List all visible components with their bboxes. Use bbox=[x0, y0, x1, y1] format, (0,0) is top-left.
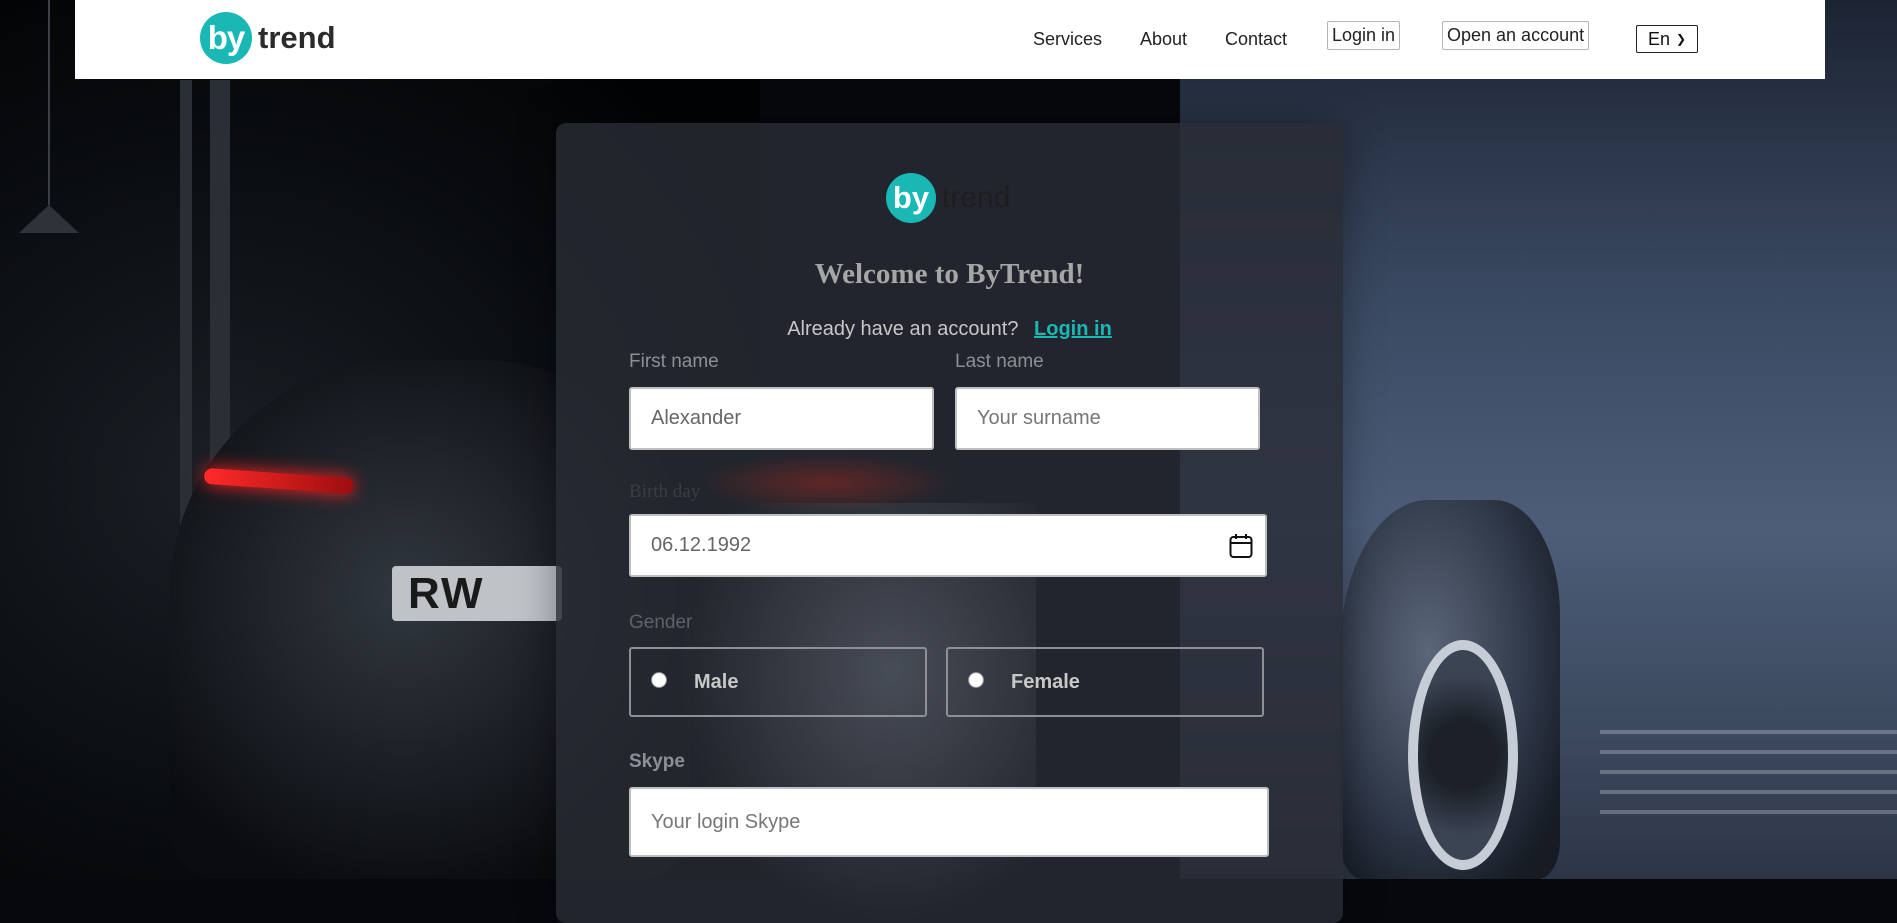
open-account-button-wrap: Open an account bbox=[1442, 0, 1590, 75]
form-title: Welcome to ByTrend! bbox=[814, 258, 1085, 290]
language-select[interactable]: En ❯ bbox=[1636, 25, 1698, 53]
birthday-field[interactable]: 06.12.1992 bbox=[629, 514, 1267, 577]
gender-option-female[interactable]: Female bbox=[946, 647, 1264, 717]
login-prompt: Already have an account? Login in bbox=[556, 318, 1343, 341]
chevron-down-icon: ❯ bbox=[1675, 32, 1687, 46]
skype-label: Skype bbox=[629, 751, 685, 772]
floor-lights bbox=[1600, 730, 1897, 830]
skype-placeholder: Your login Skype bbox=[651, 810, 801, 833]
birthday-label: Birth day bbox=[629, 481, 701, 502]
logo-word: trend bbox=[258, 20, 336, 55]
nav-contact[interactable]: Contact bbox=[1225, 0, 1287, 79]
open-account-button[interactable]: Open an account bbox=[1442, 21, 1590, 50]
logo-word: trend bbox=[942, 181, 1011, 214]
registration-form: by trend Welcome to ByTrend! Already hav… bbox=[556, 123, 1343, 923]
gender-option-label: Male bbox=[694, 670, 739, 693]
language-value: En bbox=[1647, 28, 1670, 49]
garage-pillar bbox=[180, 80, 192, 540]
license-plate: RW bbox=[392, 566, 562, 621]
first-name-value: Alexander bbox=[651, 407, 742, 429]
login-link[interactable]: Login in bbox=[1034, 318, 1112, 340]
lamp-cord bbox=[48, 0, 50, 205]
last-name-field[interactable]: Your surname bbox=[955, 387, 1260, 450]
first-name-label: First name bbox=[629, 351, 719, 372]
login-button[interactable]: Login in bbox=[1327, 21, 1401, 50]
calendar-icon[interactable] bbox=[1229, 533, 1253, 559]
skype-field[interactable]: Your login Skype bbox=[629, 787, 1269, 857]
gender-option-male[interactable]: Male bbox=[629, 647, 927, 717]
gender-label: Gender bbox=[629, 612, 693, 633]
birthday-value: 06.12.1992 bbox=[651, 534, 752, 556]
nav-about[interactable]: About bbox=[1140, 0, 1187, 79]
nav-services-label[interactable]: Services bbox=[1033, 29, 1102, 50]
header-logo[interactable]: by trend bbox=[200, 12, 336, 64]
logo-mark: by bbox=[200, 12, 252, 64]
last-name-placeholder: Your surname bbox=[977, 407, 1101, 429]
radio-male[interactable] bbox=[651, 672, 667, 688]
form-logo: by trend bbox=[886, 173, 1010, 223]
car-wheel bbox=[1408, 640, 1518, 870]
nav-contact-label[interactable]: Contact bbox=[1225, 29, 1287, 50]
first-name-field[interactable]: Alexander bbox=[629, 387, 934, 450]
logo-mark: by bbox=[886, 173, 936, 223]
login-prompt-text: Already have an account? bbox=[787, 318, 1019, 340]
top-header: by trend Services About Contact Login in… bbox=[75, 0, 1825, 79]
nav-about-label[interactable]: About bbox=[1140, 29, 1187, 50]
lamp-shade bbox=[19, 205, 79, 233]
last-name-label: Last name bbox=[955, 351, 1044, 372]
login-button-wrap: Login in bbox=[1327, 0, 1401, 75]
nav-services[interactable]: Services bbox=[1033, 0, 1102, 79]
gender-option-label: Female bbox=[1011, 670, 1080, 693]
radio-female[interactable] bbox=[968, 672, 984, 688]
